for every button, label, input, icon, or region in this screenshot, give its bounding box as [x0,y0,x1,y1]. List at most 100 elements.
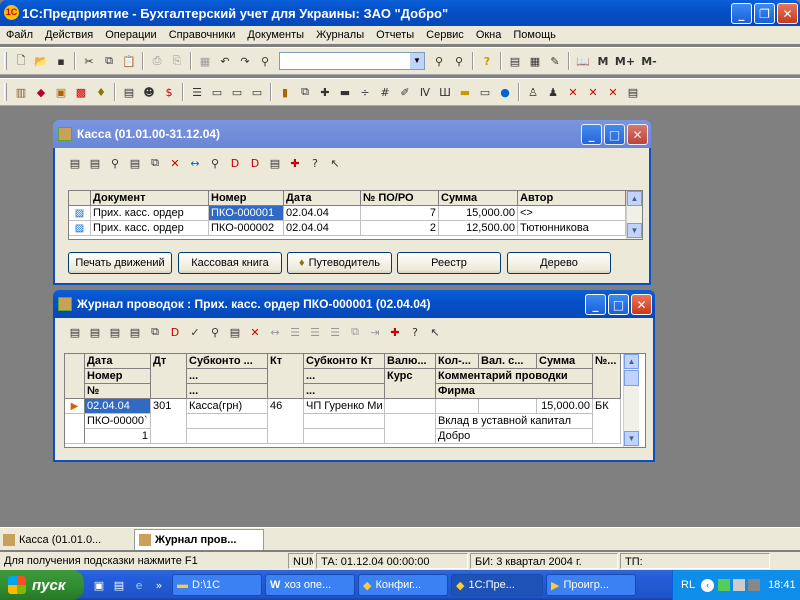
edit-entry-icon[interactable]: ▤ [126,323,144,341]
journal-scrollbar[interactable]: ▲ ▼ [623,354,639,447]
col-header-comment[interactable]: Комментарий проводки [436,369,593,384]
language-indicator[interactable]: RL [681,579,695,591]
col-header-nomer[interactable]: №... [593,354,621,399]
journal-icon[interactable]: ▥ [12,83,30,101]
filter-icon[interactable]: ✚ [286,154,304,172]
menu-help[interactable]: Помощь [507,29,562,41]
registry-button[interactable]: Реестр [397,252,501,274]
clock[interactable]: 18:41 [768,579,796,591]
plus-icon[interactable]: ✚ [316,83,334,101]
archive-icon[interactable]: ▭ [476,83,494,101]
journal-minimize-button[interactable]: _ [585,294,606,315]
menu-documents[interactable]: Документы [241,29,310,41]
start-button[interactable]: пуск [0,570,84,600]
delete-entry-icon[interactable]: D [166,323,184,341]
chart-accounts-icon[interactable]: ▤ [120,83,138,101]
tools-icon[interactable]: ✐ [396,83,414,101]
copy-entry2-icon[interactable]: ⧉ [146,323,164,341]
books-icon[interactable]: ▮ [276,83,294,101]
cash-book-button[interactable]: Кассовая книга [178,252,282,274]
copy-doc2-icon[interactable]: ⧉ [146,154,164,172]
scroll-down-icon[interactable]: ▼ [624,431,639,446]
edit-row-icon[interactable]: ▤ [126,154,144,172]
print-movements-button[interactable]: Печать движений [68,252,172,274]
menu-reports[interactable]: Отчеты [370,29,420,41]
search-doc-icon[interactable]: ⚲ [106,154,124,172]
find-replace-icon[interactable]: ⚲ [450,52,468,70]
memory-mplus-button[interactable]: M+ [614,52,636,70]
align3-icon[interactable]: ☰ [326,323,344,341]
guide-button[interactable]: ♦ Путеводитель [287,252,392,274]
help-icon[interactable]: ? [406,323,424,341]
scroll-thumb[interactable] [624,370,639,386]
n-icon[interactable]: Ⅳ [416,83,434,101]
col-header-date[interactable]: Дата [85,354,151,369]
context-help-icon[interactable]: ↖ [426,323,444,341]
memory-mminus-button[interactable]: M- [638,52,660,70]
find-next-icon[interactable]: ⚲ [430,52,448,70]
kassa-scrollbar[interactable]: ▲ ▼ [626,191,642,239]
minimize-button[interactable]: _ [731,3,752,24]
taskbar-item-player[interactable]: ▶ Проигр... [546,574,636,596]
context-help-icon[interactable]: ↖ [326,154,344,172]
new-document-icon[interactable]: 🗋 [12,52,30,70]
people-icon[interactable]: ♟ [544,83,562,101]
interval-icon[interactable]: ↔ [186,154,204,172]
calculator-icon[interactable]: ▤ [506,52,524,70]
col-header-number[interactable]: Номер [85,369,151,384]
taskbar-item-word[interactable]: Wхоз опе... [265,574,355,596]
hash-icon[interactable]: # [376,83,394,101]
find-icon[interactable]: ⚲ [206,154,224,172]
copy-icon[interactable]: ⧉ [100,52,118,70]
quicklaunch-more-icon[interactable]: » [150,576,168,594]
close-period-icon[interactable]: ✕ [564,83,582,101]
chevron-down-icon[interactable]: ▼ [410,53,424,69]
person-icon[interactable]: ♙ [524,83,542,101]
tray-network-icon[interactable] [733,579,746,591]
filter-icon[interactable]: ✚ [386,323,404,341]
restore-button[interactable]: ❐ [754,3,775,24]
col-header-rate[interactable]: Курс [385,369,436,399]
layers-icon[interactable]: ⧉ [346,323,364,341]
col-header-dt[interactable]: Дт [151,354,187,399]
cut-icon[interactable]: ✂ [80,52,98,70]
menu-file[interactable]: Файл [0,29,39,41]
copy-entry-icon[interactable]: ▤ [86,323,104,341]
col-header-sum[interactable]: Сумма [537,354,593,369]
unpost-icon[interactable]: D [246,154,264,172]
kassa-maximize-button[interactable]: □ [604,124,625,145]
new-row-icon[interactable]: ▤ [66,154,84,172]
align2-icon[interactable]: ☰ [306,323,324,341]
memory-m-button[interactable]: M [594,52,612,70]
search-combo[interactable]: ▼ [279,52,425,70]
quicklaunch-desktop-icon[interactable]: ▤ [110,576,128,594]
account-icon[interactable]: ▩ [72,83,90,101]
print-preview-icon[interactable]: ⎘ [168,52,186,70]
journal-close-button[interactable]: ✕ [631,294,652,315]
tray-app-icon[interactable] [718,579,731,591]
book-icon[interactable]: 📖 [574,52,592,70]
folder-icon[interactable]: ▬ [456,83,474,101]
minus-icon[interactable]: ▬ [336,83,354,101]
edit2-icon[interactable]: ▤ [226,323,244,341]
menu-operations[interactable]: Операции [99,29,162,41]
taskbar-item-1c[interactable]: ◆ 1С:Пре... [451,574,543,596]
tab-journal[interactable]: Журнал пров... [134,529,264,550]
remove-icon[interactable]: ✕ [246,323,264,341]
help-icon[interactable]: ? [306,154,324,172]
help-question-icon[interactable]: ? [478,52,496,70]
col-header-date[interactable]: Дата [284,191,361,206]
delete-doc-icon[interactable]: D [226,154,244,172]
contractors-icon[interactable]: ☻ [140,83,158,101]
col-header-sum[interactable]: Сумма [439,191,518,206]
col-header-sub-dt[interactable]: Субконто ... [187,354,268,369]
scroll-down-icon[interactable]: ▼ [627,223,642,238]
col-header-document[interactable]: Документ [91,191,209,206]
table-icon[interactable]: ▦ [196,52,214,70]
w-icon[interactable]: Ш [436,83,454,101]
copy-row-icon[interactable]: ▤ [86,154,104,172]
edit-icon[interactable]: ✎ [546,52,564,70]
delete-marked-icon[interactable]: ✕ [584,83,602,101]
delete-row-icon[interactable]: ✕ [166,154,184,172]
tab-kassa[interactable]: Касса (01.01.0... [3,530,131,549]
